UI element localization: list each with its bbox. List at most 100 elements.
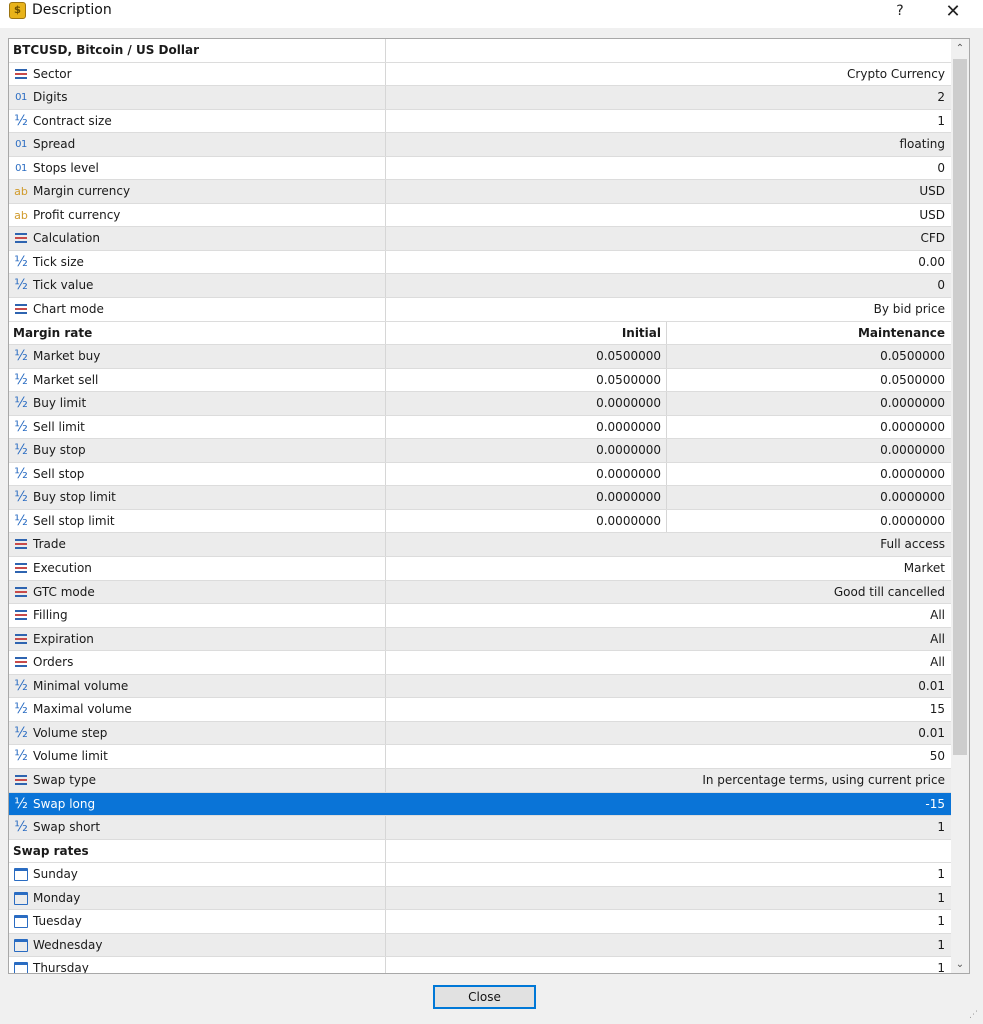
- help-button[interactable]: ?: [885, 0, 915, 22]
- section-header[interactable]: Swap rates: [9, 839, 951, 864]
- property-row[interactable]: Orders All: [9, 651, 951, 675]
- column-divider: [385, 839, 386, 863]
- property-row[interactable]: Wednesday 1: [9, 933, 951, 958]
- column-divider: [385, 768, 386, 792]
- maintenance-value: 0.0000000: [880, 396, 945, 411]
- margin-row[interactable]: ½ Buy stop 0.0000000 0.0000000: [9, 439, 951, 463]
- property-row[interactable]: ½ Swap short 1: [9, 816, 951, 840]
- column-divider: [385, 674, 386, 698]
- ab-icon: ab: [14, 208, 28, 222]
- margin-row[interactable]: ½ Market buy 0.0500000 0.0500000: [9, 345, 951, 369]
- initial-value: 0.0500000: [596, 349, 661, 364]
- column-divider: [385, 180, 386, 203]
- property-row[interactable]: ab Profit currency USD: [9, 203, 951, 228]
- close-window-icon[interactable]: ✕: [938, 0, 968, 22]
- property-row[interactable]: 01 Spread floating: [9, 133, 951, 157]
- column-divider: [385, 509, 386, 533]
- section-title: BTCUSD, Bitcoin / US Dollar: [13, 43, 199, 57]
- resize-grip-icon[interactable]: ⋰: [969, 1010, 979, 1020]
- maintenance-value: 0.0500000: [880, 349, 945, 364]
- column-divider: [385, 792, 386, 816]
- ab-icon: ab: [14, 185, 28, 199]
- description-dialog: $ Description ? ✕ BTCUSD, Bitcoin / US D…: [0, 0, 983, 1024]
- column-divider: [385, 227, 386, 250]
- column-divider: [385, 439, 386, 462]
- margin-rate-header[interactable]: Margin rate Initial Maintenance: [9, 321, 951, 346]
- property-row[interactable]: ½ Volume limit 50: [9, 745, 951, 769]
- property-row[interactable]: ½ Contract size 1: [9, 109, 951, 134]
- section-header[interactable]: BTCUSD, Bitcoin / US Dollar: [9, 39, 951, 63]
- property-value: 15: [929, 702, 945, 717]
- column-divider: [385, 957, 386, 973]
- property-row[interactable]: Execution Market: [9, 557, 951, 581]
- property-row[interactable]: GTC mode Good till cancelled: [9, 580, 951, 605]
- property-row[interactable]: 01 Stops level 0: [9, 156, 951, 181]
- column-divider: [666, 321, 667, 345]
- property-row[interactable]: ab Margin currency USD: [9, 180, 951, 204]
- half-icon: ½: [14, 677, 28, 694]
- property-value: 1: [937, 937, 945, 952]
- property-name: Market buy: [33, 349, 101, 364]
- property-row[interactable]: ½ Tick size 0.00: [9, 250, 951, 275]
- column-divider: [385, 298, 386, 321]
- property-name: Profit currency: [33, 207, 121, 222]
- property-value: 0: [937, 278, 945, 293]
- initial-value: 0.0000000: [596, 490, 661, 505]
- property-row[interactable]: ½ Tick value 0: [9, 274, 951, 299]
- property-row[interactable]: ½ Minimal volume 0.01: [9, 674, 951, 699]
- margin-row[interactable]: ½ Market sell 0.0500000 0.0500000: [9, 368, 951, 393]
- property-row[interactable]: Filling All: [9, 604, 951, 628]
- margin-row[interactable]: ½ Buy limit 0.0000000 0.0000000: [9, 392, 951, 416]
- property-value: USD: [919, 207, 945, 222]
- maintenance-value: 0.0000000: [880, 490, 945, 505]
- half-icon: ½: [14, 489, 28, 506]
- scroll-thumb[interactable]: [953, 59, 967, 755]
- title-bar[interactable]: $ Description ? ✕: [0, 0, 983, 28]
- property-value: USD: [919, 184, 945, 199]
- property-row[interactable]: Chart mode By bid price: [9, 298, 951, 322]
- property-row[interactable]: Calculation CFD: [9, 227, 951, 251]
- property-row[interactable]: ½ Volume step 0.01: [9, 721, 951, 746]
- property-row[interactable]: Trade Full access: [9, 533, 951, 558]
- property-value: floating: [899, 137, 945, 152]
- property-name: Digits: [33, 90, 68, 105]
- property-row[interactable]: 01 Digits 2: [9, 86, 951, 110]
- vertical-scrollbar[interactable]: ⌃ ⌄: [951, 39, 969, 973]
- scroll-down-icon[interactable]: ⌄: [951, 955, 969, 973]
- margin-row[interactable]: ½ Sell limit 0.0000000 0.0000000: [9, 415, 951, 440]
- property-row[interactable]: Monday 1: [9, 886, 951, 911]
- half-icon: ½: [14, 395, 28, 412]
- column-divider: [385, 816, 386, 839]
- property-row[interactable]: Expiration All: [9, 627, 951, 652]
- property-value: 50: [929, 749, 945, 764]
- list-icon: [13, 632, 29, 647]
- property-row[interactable]: ½ Maximal volume 15: [9, 698, 951, 722]
- property-row[interactable]: Thursday 1: [9, 957, 951, 973]
- property-name: Stops level: [33, 160, 99, 175]
- property-value: 0: [937, 160, 945, 175]
- section-title: Swap rates: [13, 843, 89, 858]
- margin-row[interactable]: ½ Buy stop limit 0.0000000 0.0000000: [9, 486, 951, 510]
- property-row[interactable]: Swap type In percentage terms, using curr…: [9, 768, 951, 793]
- property-name: Swap type: [33, 772, 97, 787]
- column-divider: [666, 415, 667, 439]
- property-row[interactable]: Sunday 1: [9, 863, 951, 887]
- property-name: GTC mode: [33, 584, 95, 599]
- property-row[interactable]: ½ Swap long -15: [9, 792, 951, 817]
- margin-row[interactable]: ½ Sell stop 0.0000000 0.0000000: [9, 462, 951, 487]
- property-name: Spread: [33, 137, 76, 152]
- half-icon: ½: [14, 795, 28, 812]
- column-divider: [385, 627, 386, 651]
- maintenance-value: 0.0500000: [880, 372, 945, 387]
- calendar-icon: [13, 961, 29, 973]
- half-icon: ½: [14, 819, 28, 836]
- close-button[interactable]: Close: [433, 985, 536, 1009]
- scroll-up-icon[interactable]: ⌃: [951, 39, 969, 57]
- property-row[interactable]: Tuesday 1: [9, 910, 951, 934]
- list-icon: [13, 537, 29, 552]
- column-divider: [385, 580, 386, 604]
- margin-row[interactable]: ½ Sell stop limit 0.0000000 0.0000000: [9, 509, 951, 534]
- column-divider: [385, 933, 386, 957]
- property-row[interactable]: Sector Crypto Currency: [9, 62, 951, 87]
- half-icon: ½: [14, 442, 28, 459]
